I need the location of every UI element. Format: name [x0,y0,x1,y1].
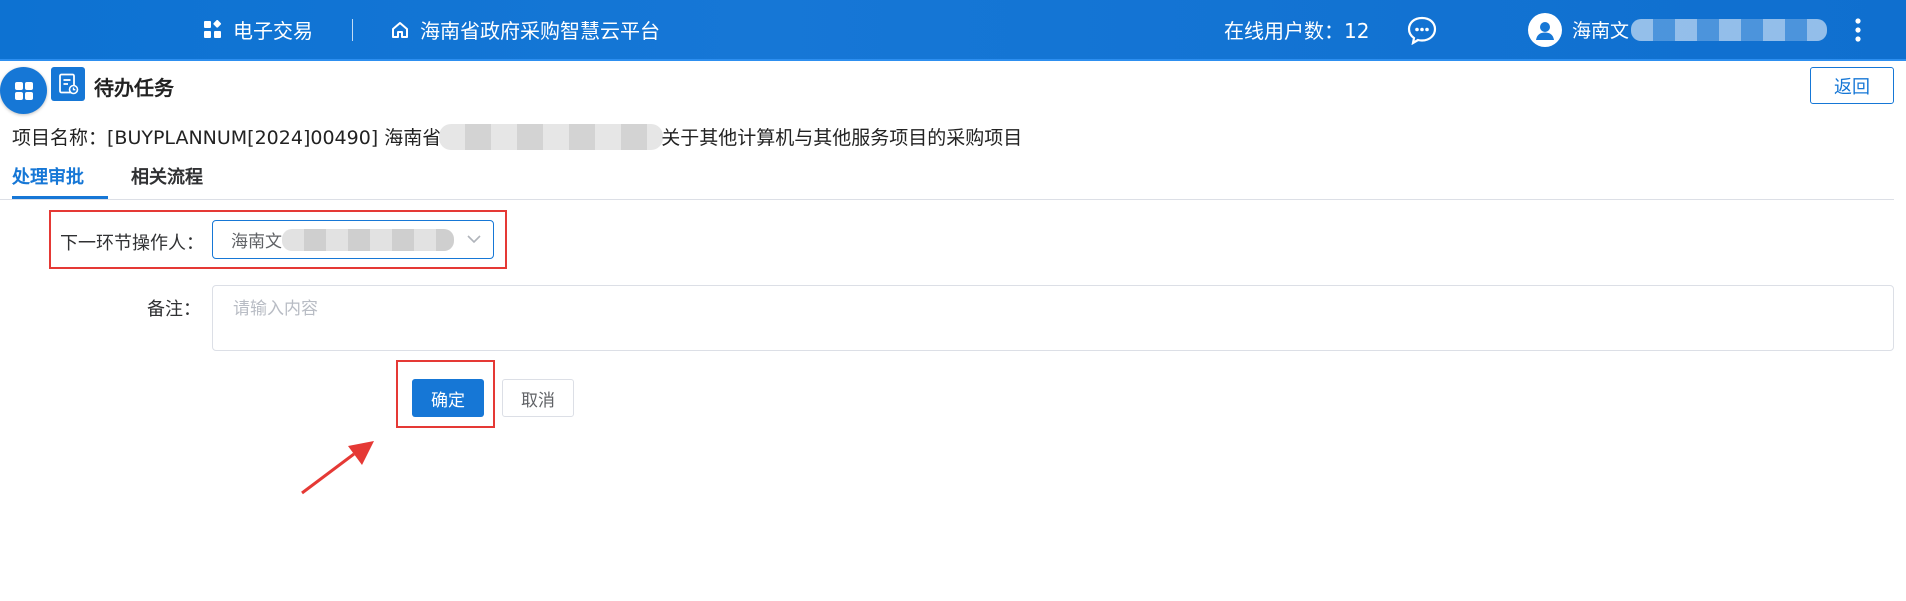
app-menu-button[interactable] [0,67,47,114]
page-title: 待办任务 [94,76,174,100]
avatar [1528,12,1562,47]
confirm-button[interactable]: 确定 [412,379,484,417]
user-icon [1536,21,1554,40]
back-button[interactable]: 返回 [1810,67,1894,104]
more-options-icon[interactable] [1854,0,1862,59]
nav-trade-label: 电子交易 [233,19,313,43]
nav-platform-label: 海南省政府采购智慧云平台 [420,19,660,43]
redacted-project-name [439,123,664,150]
nav-platform-home[interactable]: 海南省政府采购智慧云平台 [390,0,660,59]
next-operator-label: 下一环节操作人： [60,233,204,254]
project-name-label: 项目名称： [12,127,108,149]
tab-process-approval[interactable]: 处理审批 [12,163,108,199]
project-name-suffix: 关于其他计算机与其他服务项目的采购项目 [661,127,1023,149]
grid-icon [14,81,33,100]
remark-textarea[interactable] [212,285,1894,351]
next-operator-value: 海南文 [231,232,282,252]
online-user-count: 在线用户数：12 [1224,19,1370,43]
top-navigation-bar: 电子交易 海南省政府采购智慧云平台 在线用户数：12 海南文 [0,0,1906,61]
annotation-arrow-icon [301,441,374,495]
redacted-operator-name [282,228,454,251]
redacted-username [1631,18,1828,41]
remark-label: 备注： [147,299,201,320]
tab-bar: 处理审批 相关流程 [0,163,1894,200]
nav-divider [352,19,353,41]
next-operator-select[interactable]: 海南文 [212,220,494,259]
nav-electronic-trading[interactable]: 电子交易 [203,0,313,59]
apps-icon [204,19,222,38]
cancel-button[interactable]: 取消 [502,379,574,417]
chevron-down-icon [467,235,481,244]
home-icon [392,21,408,38]
project-code: [BUYPLANNUM[2024]00490] 海南省 [107,127,442,149]
tab-related-workflow[interactable]: 相关流程 [131,163,203,199]
user-menu[interactable]: 海南文 [1528,0,1828,59]
task-list-icon [51,67,85,101]
project-name-line: 项目名称： [BUYPLANNUM[2024]00490] 海南省 关于其他计算… [12,123,1022,150]
user-name: 海南文 [1572,20,1630,42]
chat-icon[interactable] [1406,0,1438,59]
